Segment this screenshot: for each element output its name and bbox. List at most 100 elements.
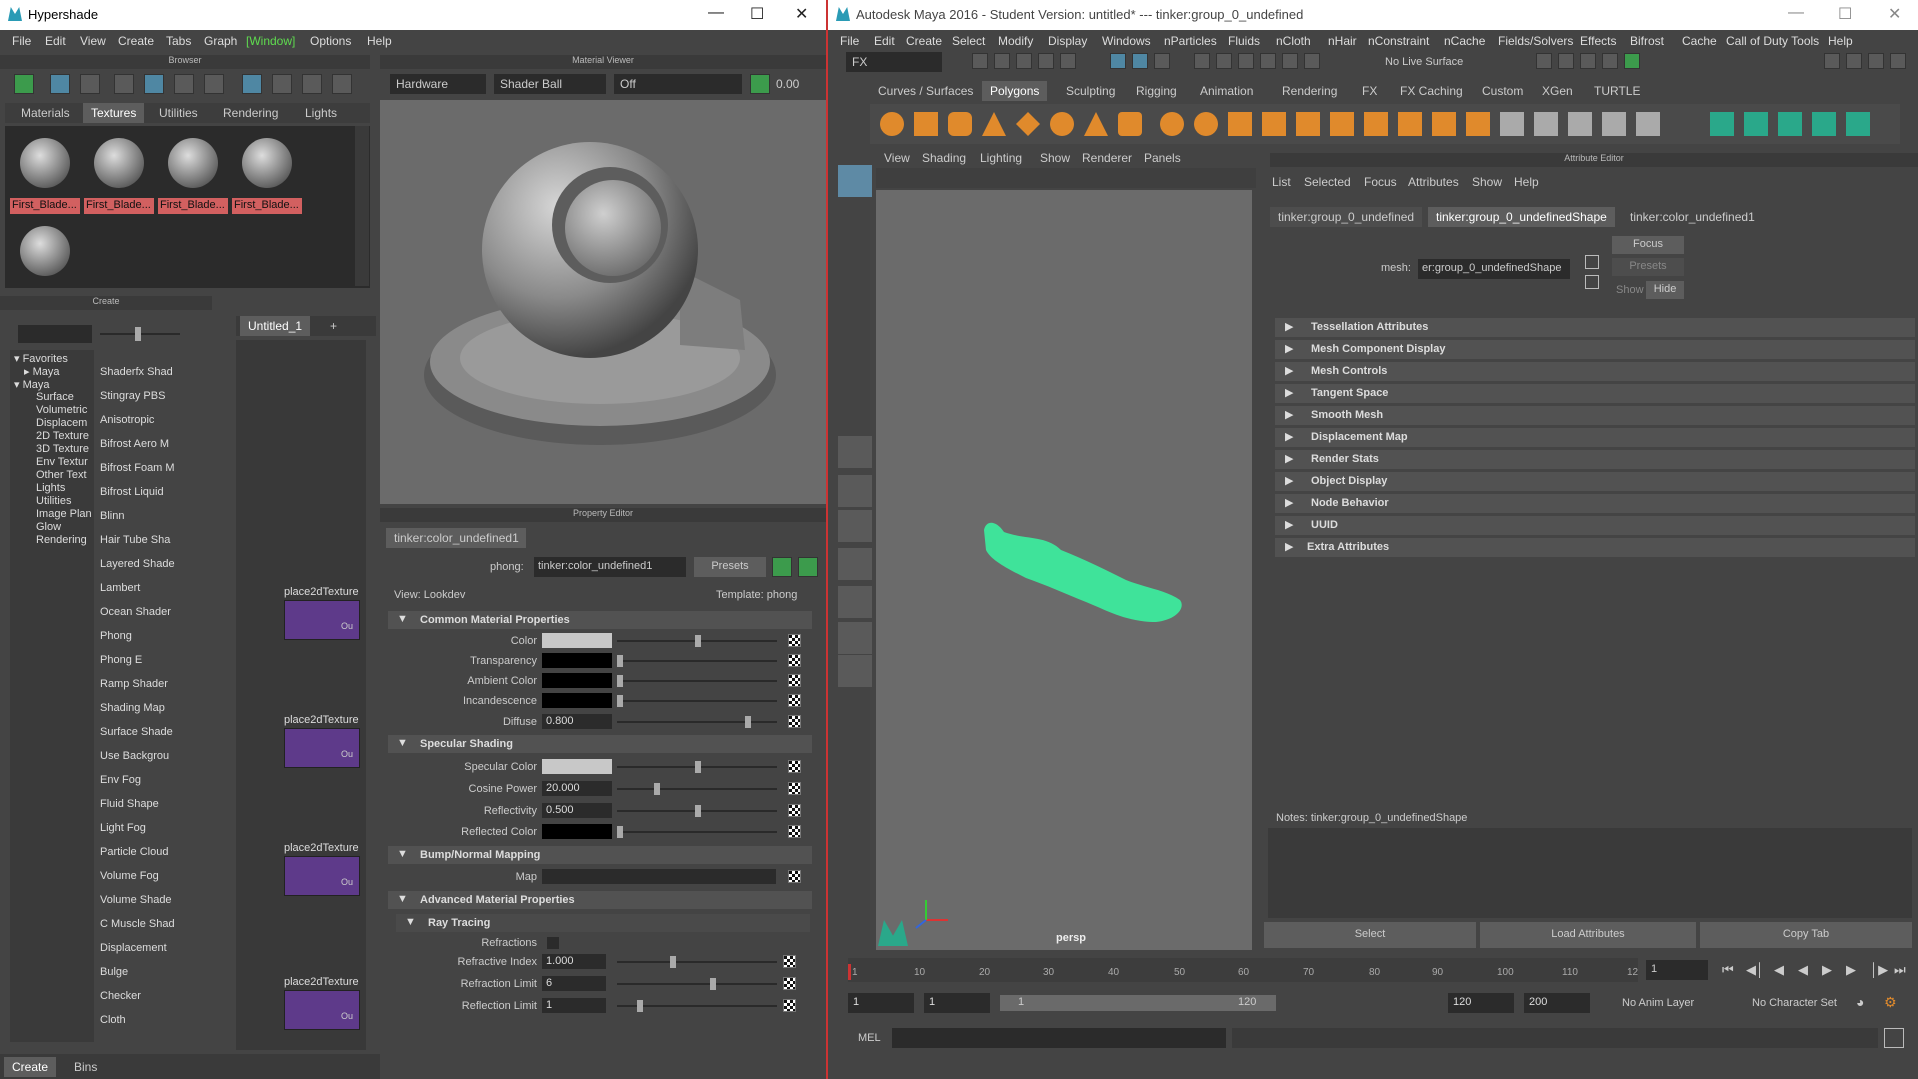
menu-call-of-duty-tools[interactable]: Call of Duty Tools [1726,34,1819,48]
copy-tab-button[interactable]: Copy Tab [1700,922,1912,948]
merge-icon[interactable] [1568,112,1592,136]
map-button-icon[interactable] [788,654,801,667]
mirror-icon[interactable] [1330,112,1354,136]
menu-nconstraint[interactable]: nConstraint [1368,34,1429,48]
shape-dropdown[interactable]: Shader Ball [494,74,606,94]
persp-outliner-icon[interactable] [838,510,872,542]
presets-button[interactable]: Presets [694,557,766,577]
shelf-tab-xgen[interactable]: XGen [1534,81,1581,101]
vp-menu-renderer[interactable]: Renderer [1082,151,1132,165]
menu-window[interactable]: [Window] [246,34,295,48]
menu-help[interactable]: Help [1828,34,1853,48]
place2dtexture-node[interactable]: Ou [284,990,360,1030]
reflection-limit-field[interactable]: 1 [542,998,606,1013]
menu-graph[interactable]: Graph [204,34,237,48]
menu-ncloth[interactable]: nCloth [1276,34,1311,48]
node-item[interactable]: Light Fog [100,822,196,834]
range-slider-bar[interactable]: 1 120 [1000,995,1276,1011]
menu-create[interactable]: Create [906,34,942,48]
transparency-slider[interactable] [617,660,777,662]
notes-textarea[interactable] [1268,828,1912,918]
refresh-icon[interactable] [332,74,352,94]
copy-icon[interactable] [798,557,818,577]
move-tool-icon[interactable] [838,277,872,309]
map-button-icon[interactable] [788,760,801,773]
node-item[interactable]: Blinn [100,510,196,522]
menu-fields-solvers[interactable]: Fields/Solvers [1498,34,1573,48]
paint-select-tool-icon[interactable] [838,240,872,272]
texture-swatch[interactable] [10,218,80,284]
slider-handle[interactable] [745,716,751,728]
vp-menu-shading[interactable]: Shading [922,151,966,165]
mode-dropdown[interactable]: FX [846,52,942,72]
planar-map-icon[interactable] [1744,112,1768,136]
target-weld-icon[interactable] [1602,112,1626,136]
slider-handle[interactable] [654,783,660,795]
tree-lights[interactable]: Lights [36,482,65,494]
select-tool-icon[interactable] [838,165,872,197]
node-item[interactable]: Shading Map [100,702,196,714]
material-name-field[interactable]: tinker:color_undefined1 [534,557,686,577]
section-node-behavior[interactable]: ▶ Node Behavior [1275,494,1915,513]
node-item[interactable]: Bulge [100,966,196,978]
node-item[interactable]: Bifrost Aero M [100,438,196,450]
node-item[interactable]: Bifrost Foam M [100,462,196,474]
tab-utilities[interactable]: Utilities [151,103,206,123]
slider-handle[interactable] [135,327,141,341]
tree-glow[interactable]: Glow [36,521,61,533]
step-forward-key-icon[interactable]: │▶ [1870,962,1888,978]
graph-canvas[interactable] [236,340,366,1050]
medium-swatch-icon[interactable] [144,74,164,94]
range-start-field[interactable]: 1 [848,993,914,1013]
menu-bifrost[interactable]: Bifrost [1630,34,1664,48]
menu-modify[interactable]: Modify [998,34,1033,48]
refractive-index-field[interactable]: 1.000 [542,954,606,969]
map-button-icon[interactable] [788,870,801,883]
node-item[interactable]: Volume Fog [100,870,196,882]
node-item[interactable]: Surface Shade [100,726,196,738]
menu-display[interactable]: Display [1048,34,1087,48]
renderer-dropdown[interactable]: Hardware [390,74,486,94]
reflected-color-slider[interactable] [617,831,777,833]
menu-cache[interactable]: Cache [1682,34,1717,48]
fill-hole-icon[interactable] [1534,112,1558,136]
close-icon[interactable]: ✕ [1888,4,1901,24]
menu-tabs[interactable]: Tabs [166,34,191,48]
large-swatch-icon[interactable] [174,74,194,94]
node-item[interactable]: Fluid Shape [100,798,196,810]
map-button-icon[interactable] [788,825,801,838]
map-button-icon[interactable] [783,999,796,1012]
shelf-tab-animation[interactable]: Animation [1192,81,1261,101]
focus-button[interactable]: Focus [1612,236,1684,254]
xl-swatch-icon[interactable] [204,74,224,94]
node-item[interactable]: Stingray PBS [100,390,196,402]
attr-menu-attributes[interactable]: Attributes [1408,175,1459,189]
menu-edit[interactable]: Edit [874,34,895,48]
redo-icon[interactable] [1060,53,1076,69]
focus-icon[interactable] [1585,255,1599,269]
node-item[interactable]: Cloth [100,1014,196,1026]
minimize-icon[interactable]: — [1788,4,1804,22]
slider-handle[interactable] [710,978,716,990]
slider-handle[interactable] [695,805,701,817]
map-button-icon[interactable] [788,634,801,647]
undo-icon[interactable] [1038,53,1054,69]
diffuse-slider[interactable] [617,721,777,723]
command-language-label[interactable]: MEL [858,1032,881,1044]
vp-menu-lighting[interactable]: Lighting [980,151,1022,165]
section-advanced-material[interactable]: ▼ Advanced Material Properties [388,891,812,909]
layout-icon[interactable] [1846,53,1862,69]
layout-options-icon[interactable] [838,622,872,654]
attr-menu-focus[interactable]: Focus [1364,175,1397,189]
section-tessellation[interactable]: ▶ Tessellation Attributes [1275,318,1915,337]
snap-point-icon[interactable] [1238,53,1254,69]
node-item[interactable]: Hair Tube Sha [100,534,196,546]
node-item[interactable]: Displacement [100,942,196,954]
incandescence-slider[interactable] [617,700,777,702]
tab-materials[interactable]: Materials [13,103,78,123]
shelf-tab-fx-caching[interactable]: FX Caching [1392,81,1471,101]
tree-surface[interactable]: Surface [36,391,74,403]
menu-view[interactable]: View [80,34,106,48]
map-button-icon[interactable] [788,694,801,707]
step-back-frame-icon[interactable]: ◀ [1774,962,1784,978]
